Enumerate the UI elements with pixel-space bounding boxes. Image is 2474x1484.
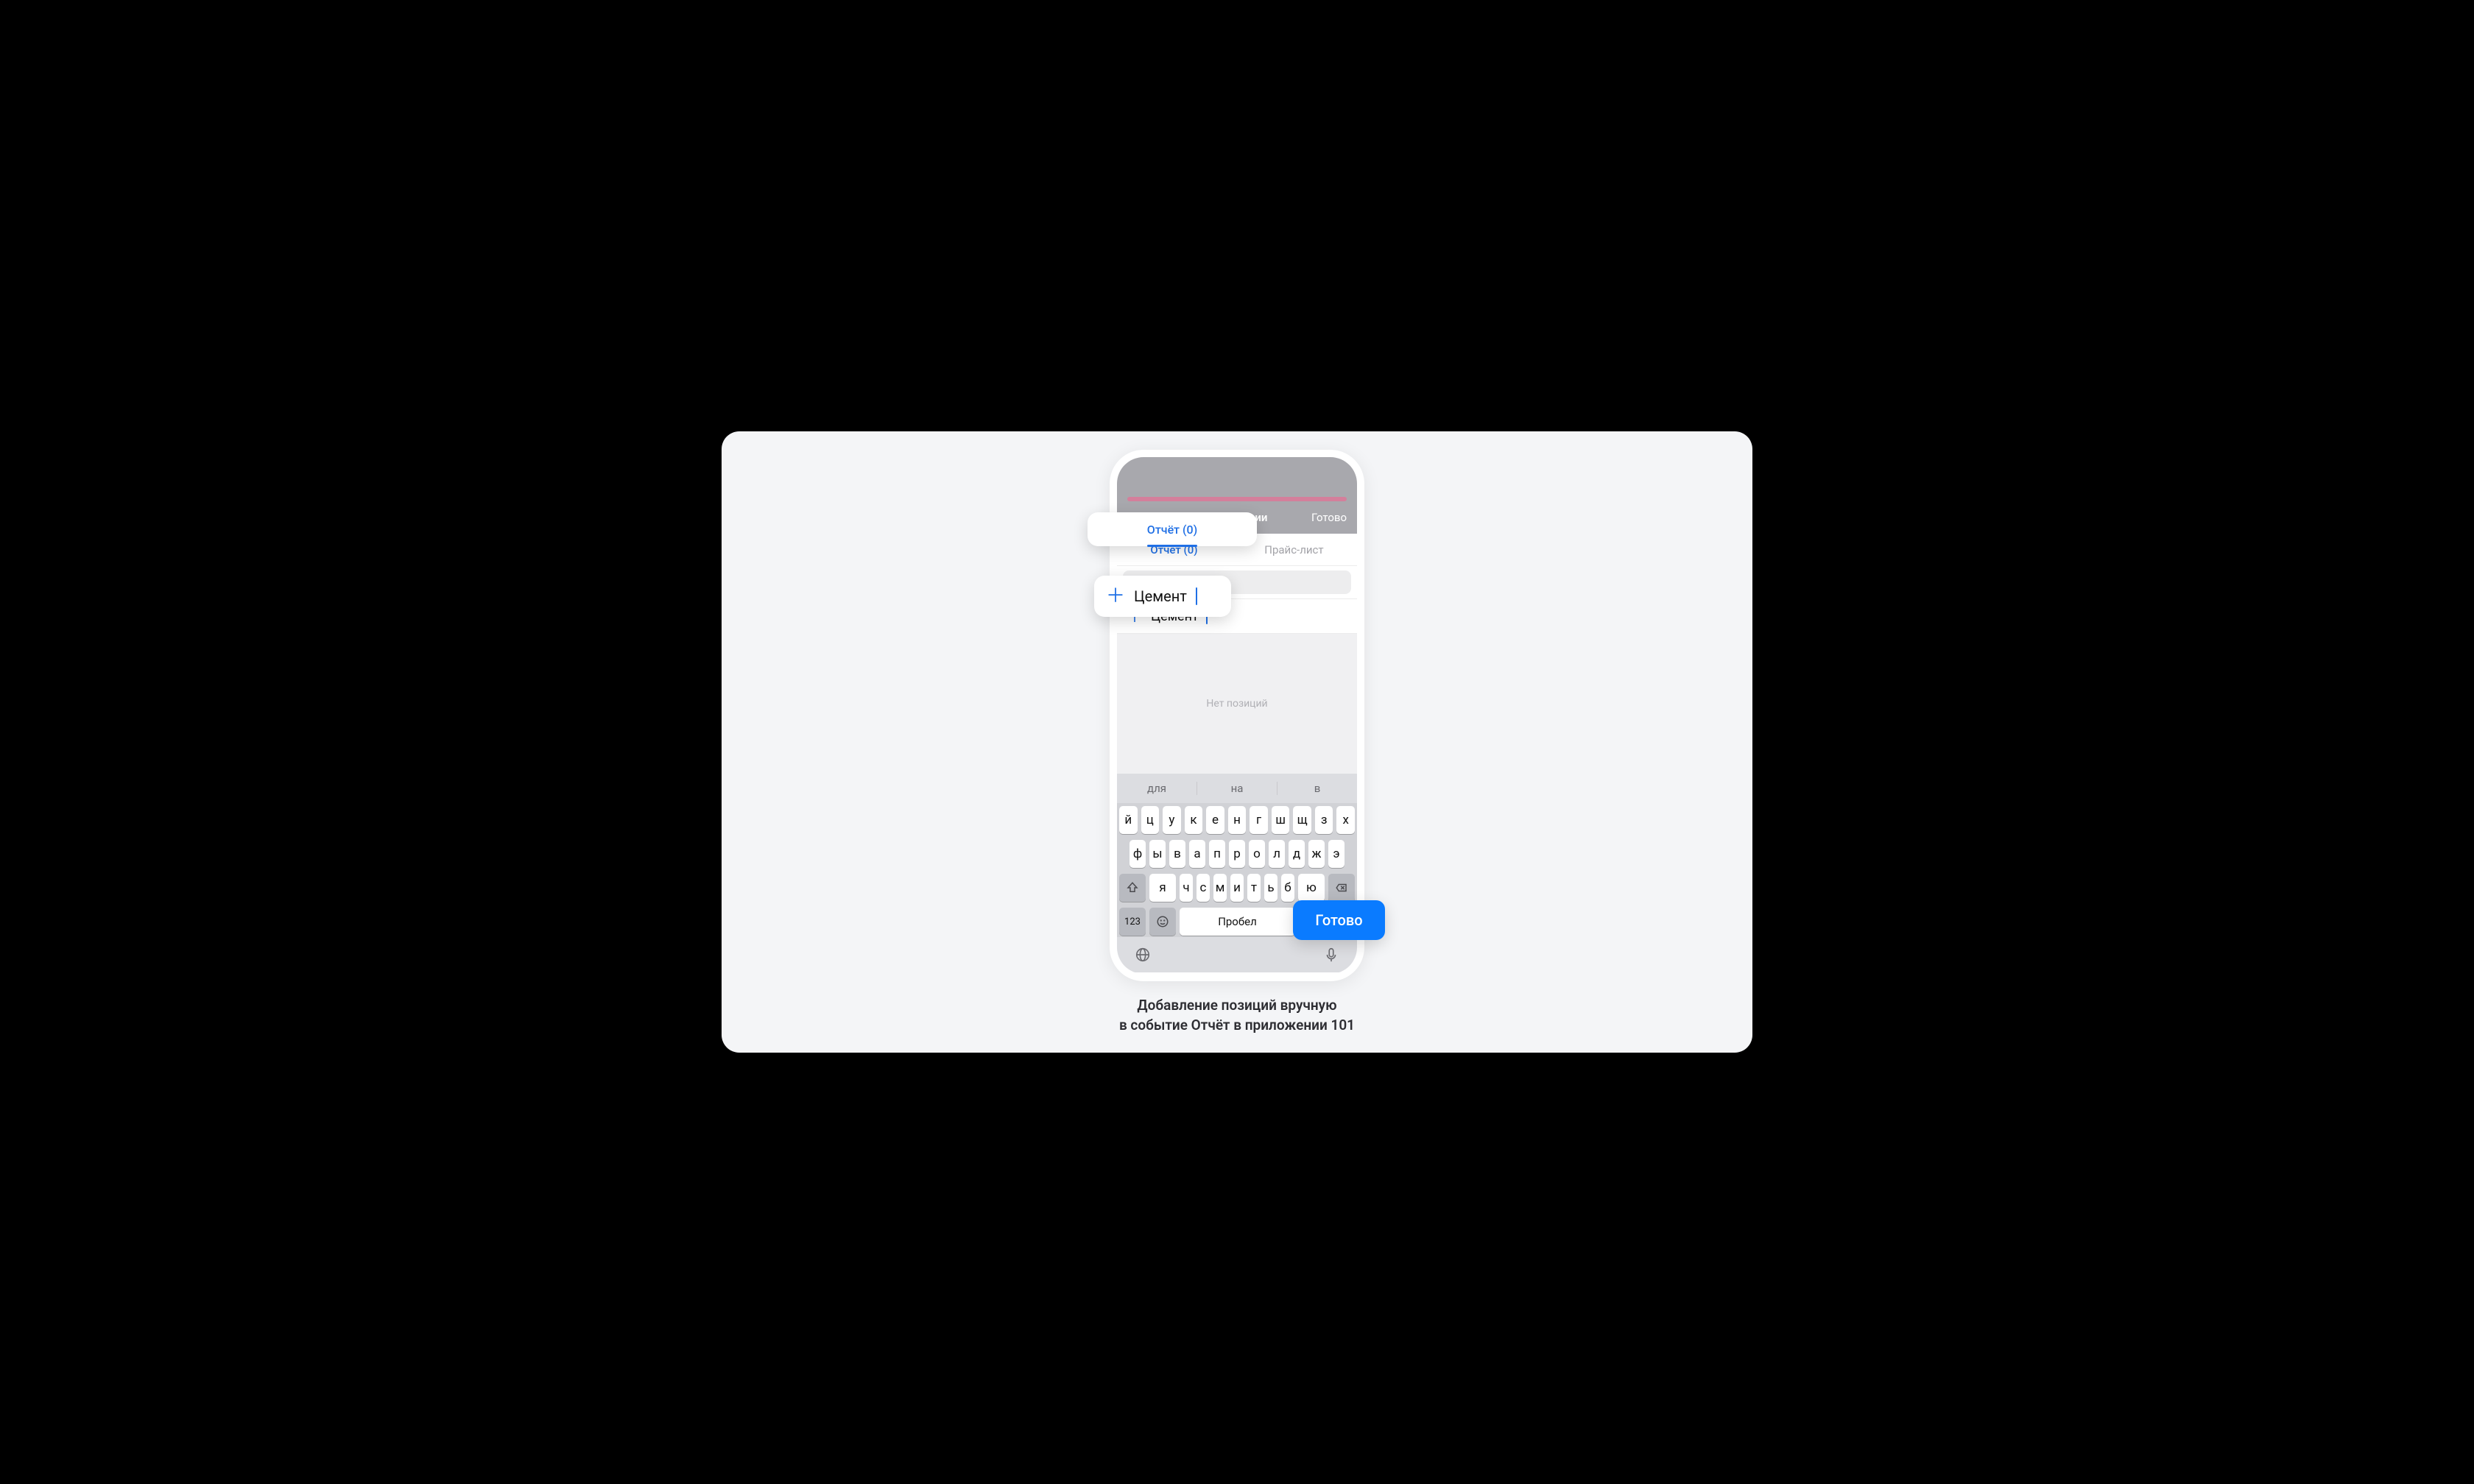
tab-pricelist[interactable]: Прайс-лист — [1264, 543, 1323, 556]
key-щ[interactable]: щ — [1293, 806, 1311, 834]
text-cursor — [1196, 587, 1197, 605]
key-ж[interactable]: ж — [1308, 840, 1325, 868]
numbers-key[interactable]: 123 — [1119, 908, 1146, 936]
backspace-key[interactable] — [1328, 874, 1355, 902]
key-ь[interactable]: ь — [1264, 874, 1277, 902]
key-н[interactable]: н — [1228, 806, 1247, 834]
key-б[interactable]: б — [1281, 874, 1294, 902]
backspace-icon — [1335, 881, 1348, 894]
key-ф[interactable]: ф — [1129, 840, 1146, 868]
key-д[interactable]: д — [1289, 840, 1305, 868]
key-й[interactable]: й — [1119, 806, 1138, 834]
key-м[interactable]: м — [1213, 874, 1227, 902]
keyboard-row-1: йцукенгшщзх — [1119, 806, 1355, 834]
key-р[interactable]: р — [1229, 840, 1245, 868]
key-х[interactable]: х — [1336, 806, 1355, 834]
callout-add-text: Цемент — [1134, 587, 1187, 605]
illustration-canvas: Отменить Позиции Готово Отчёт (0) Прайс-… — [722, 431, 1752, 1053]
emoji-key[interactable] — [1149, 908, 1176, 936]
done-button[interactable]: Готово — [1311, 511, 1347, 524]
key-э[interactable]: э — [1328, 840, 1345, 868]
emoji-icon — [1156, 915, 1169, 928]
shift-key[interactable] — [1119, 874, 1146, 902]
key-ы[interactable]: ы — [1149, 840, 1166, 868]
key-е[interactable]: е — [1206, 806, 1224, 834]
caption: Добавление позиций вручную в событие Отч… — [1119, 996, 1355, 1035]
empty-state: Нет позиций — [1117, 634, 1357, 774]
key-и[interactable]: и — [1230, 874, 1244, 902]
caption-line-1: Добавление позиций вручную — [1119, 996, 1355, 1016]
suggestion[interactable]: на — [1197, 782, 1277, 795]
callout-tab-report: Отчёт (0) — [1088, 512, 1257, 546]
key-ш[interactable]: ш — [1272, 806, 1290, 834]
key-ю[interactable]: ю — [1298, 874, 1325, 902]
key-т[interactable]: т — [1247, 874, 1261, 902]
key-а[interactable]: а — [1189, 840, 1205, 868]
key-я[interactable]: я — [1149, 874, 1176, 902]
key-к[interactable]: к — [1185, 806, 1203, 834]
status-bar — [1117, 457, 1357, 501]
globe-icon[interactable] — [1135, 947, 1151, 963]
callout-done-label: Готово — [1315, 911, 1362, 929]
keyboard-suggestions: для на в — [1117, 774, 1357, 803]
mic-icon[interactable] — [1323, 947, 1339, 963]
keyboard-row-3: ячсмитьбю — [1119, 874, 1355, 902]
keyboard-row-2: фывапролджэ — [1119, 840, 1355, 868]
suggestion[interactable]: для — [1117, 782, 1197, 795]
key-у[interactable]: у — [1163, 806, 1181, 834]
key-в[interactable]: в — [1169, 840, 1185, 868]
suggestion[interactable]: в — [1277, 782, 1357, 795]
key-г[interactable]: г — [1250, 806, 1268, 834]
key-ч[interactable]: ч — [1180, 874, 1193, 902]
callout-done-button[interactable]: Готово — [1293, 900, 1385, 940]
caption-line-2: в событие Отчёт в приложении 101 — [1119, 1016, 1355, 1036]
key-о[interactable]: о — [1249, 840, 1265, 868]
key-п[interactable]: п — [1209, 840, 1225, 868]
space-key[interactable]: Пробел — [1180, 908, 1295, 936]
keyboard-toolbar — [1117, 937, 1357, 972]
empty-label: Нет позиций — [1206, 698, 1267, 710]
plus-icon: ＋ — [1106, 587, 1125, 606]
key-с[interactable]: с — [1197, 874, 1210, 902]
callout-tab-label: Отчёт (0) — [1147, 523, 1197, 537]
key-з[interactable]: з — [1315, 806, 1333, 834]
shift-icon — [1126, 881, 1139, 894]
key-л[interactable]: л — [1269, 840, 1285, 868]
key-ц[interactable]: ц — [1141, 806, 1160, 834]
callout-add-item: ＋ Цемент — [1094, 576, 1231, 617]
